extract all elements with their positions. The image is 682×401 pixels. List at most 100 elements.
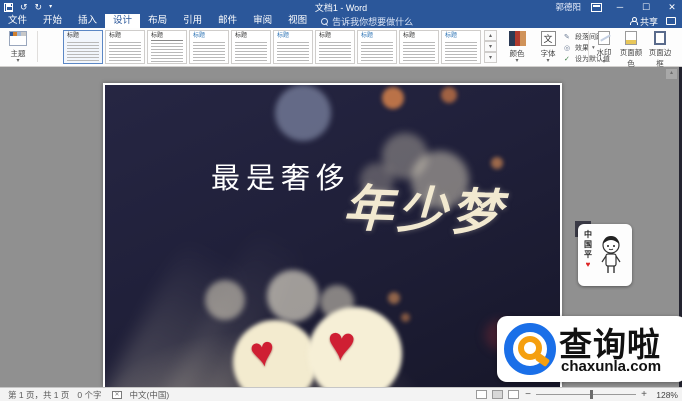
tab-mailings[interactable]: 邮件 xyxy=(210,14,245,28)
style-set-item[interactable]: 标题 xyxy=(399,30,439,64)
zoom-slider-thumb[interactable] xyxy=(590,390,593,399)
style-set-heading: 标题 xyxy=(67,33,80,39)
title-bar: ↺ ↻ ▾ 文档1 - Word 郭德阳 ─ ☐ ✕ xyxy=(0,0,682,14)
gallery-more-icon[interactable]: ▾ xyxy=(484,52,497,63)
style-set-current[interactable]: 标题 xyxy=(63,30,103,64)
group-separator xyxy=(588,31,589,62)
print-layout-button[interactable] xyxy=(492,390,503,399)
search-icon xyxy=(321,17,329,25)
tab-layout[interactable]: 布局 xyxy=(140,14,175,28)
zoom-slider[interactable] xyxy=(536,390,636,399)
style-set-item[interactable]: 标题 xyxy=(231,30,271,64)
document-page[interactable]: ♥ ♥ 最是奢侈 年少梦 xyxy=(103,83,562,387)
style-set-heading: 标题 xyxy=(445,33,458,39)
proofing-status-icon[interactable] xyxy=(111,390,122,399)
style-set-item[interactable]: 标题 xyxy=(441,30,481,64)
zoom-level[interactable]: 128% xyxy=(652,390,678,400)
sticker-cartoon-figure xyxy=(594,230,628,280)
comments-icon[interactable] xyxy=(666,17,676,25)
chevron-down-icon: ▾ xyxy=(602,59,606,65)
tab-design[interactable]: 设计 xyxy=(105,14,141,28)
photo-caption-line1: 最是奢侈 xyxy=(211,163,352,195)
scrollbar-up-icon[interactable]: ▴ xyxy=(666,69,677,79)
style-set-heading: 标题 xyxy=(277,33,290,39)
sticker-card: 中国平 ♥ xyxy=(575,221,632,286)
ribbon-design: 主题 ▾ 标题 标题 标题 标题 标题 标题 标题 标题 标题 标题 ▴ ▾ ▾… xyxy=(0,28,682,95)
maximize-button[interactable]: ☐ xyxy=(638,0,654,14)
style-set-sample-lines xyxy=(67,42,99,62)
style-set-item[interactable]: 标题 xyxy=(315,30,355,64)
share-person-icon xyxy=(629,17,638,25)
pencil-icon: ✎ xyxy=(564,34,570,41)
style-set-sample-lines xyxy=(235,42,267,62)
document-canvas[interactable]: ▴ ♥ ♥ 最是奢侈 年少梦 中国平 ♥ 查询啦 chaxunla.com xyxy=(0,67,682,387)
watermark-button[interactable]: 水印 ▾ xyxy=(592,30,616,65)
gallery-scroll-up-icon[interactable]: ▴ xyxy=(484,30,497,41)
word-count[interactable]: 0 个字 xyxy=(77,389,101,401)
style-set-item[interactable]: 标题 xyxy=(189,30,229,64)
page-indicator[interactable]: 第 1 页，共 1 页 xyxy=(8,389,69,401)
themes-button[interactable]: 主题 ▾ xyxy=(3,30,33,64)
style-set-item[interactable]: 标题 xyxy=(105,30,145,64)
watermark-label: 水印 xyxy=(596,48,612,57)
group-separator xyxy=(37,31,38,62)
sticker-heart-icon: ♥ xyxy=(585,260,591,269)
gallery-scroll-down-icon[interactable]: ▾ xyxy=(484,41,497,52)
page-borders-button[interactable]: 页面边框 xyxy=(646,30,674,69)
photo-caption-line2: 年少梦 xyxy=(341,180,506,242)
tab-home[interactable]: 开始 xyxy=(35,14,70,28)
tab-file[interactable]: 文件 xyxy=(0,14,35,28)
gallery-scroll: ▴ ▾ ▾ xyxy=(484,30,497,63)
chevron-down-icon: ▾ xyxy=(546,58,550,64)
close-button[interactable]: ✕ xyxy=(664,0,680,14)
style-set-item[interactable]: 标题 xyxy=(273,30,313,64)
check-icon: ✓ xyxy=(564,56,570,63)
language-indicator[interactable]: 中文(中国) xyxy=(130,389,170,401)
tab-view[interactable]: 视图 xyxy=(280,14,315,28)
themes-icon xyxy=(9,31,27,46)
share-label: 共享 xyxy=(639,16,658,27)
effects-icon: ◎ xyxy=(564,45,571,52)
signed-in-user[interactable]: 郭德阳 xyxy=(555,1,581,13)
style-set-heading: 标题 xyxy=(361,33,374,39)
page-color-icon xyxy=(625,31,637,45)
style-set-gallery: 标题 标题 标题 标题 标题 标题 标题 标题 标题 标题 xyxy=(63,30,481,64)
page-borders-icon xyxy=(654,31,666,45)
ribbon-display-options-icon[interactable] xyxy=(591,2,602,12)
style-set-sample-lines xyxy=(445,42,477,62)
fonts-button[interactable]: 文 字体 ▾ xyxy=(534,30,562,64)
style-set-sample-lines xyxy=(109,42,141,62)
chaxunla-logo-icon xyxy=(504,323,556,375)
bokeh-light xyxy=(401,313,410,322)
share-button[interactable]: 共享 xyxy=(629,15,658,28)
fonts-icon: 文 xyxy=(540,31,556,46)
tab-insert[interactable]: 插入 xyxy=(70,14,105,28)
ribbon-tabs: 文件 开始 插入 设计 布局 引用 邮件 审阅 视图 告诉我你想要做什么 共享 xyxy=(0,14,682,28)
web-layout-button[interactable] xyxy=(508,390,519,399)
bokeh-light xyxy=(275,85,331,141)
word-window: ↺ ↻ ▾ 文档1 - Word 郭德阳 ─ ☐ ✕ 文件 开始 插入 设计 布… xyxy=(0,0,682,401)
style-set-sample-lines xyxy=(151,43,183,63)
tell-me-placeholder: 告诉我你想要做什么 xyxy=(332,16,414,27)
site-watermark-domain: chaxunla.com xyxy=(561,358,662,375)
colors-icon xyxy=(508,31,526,46)
bokeh-light xyxy=(441,87,457,103)
zoom-control: − + 128% xyxy=(524,389,678,400)
tab-review[interactable]: 审阅 xyxy=(245,14,280,28)
page-color-label: 页面颜色 xyxy=(619,48,643,68)
colors-button[interactable]: 颜色 ▾ xyxy=(502,30,532,64)
zoom-out-button[interactable]: − xyxy=(524,389,532,400)
zoom-in-button[interactable]: + xyxy=(640,389,648,400)
style-set-item[interactable]: 标题 xyxy=(147,30,187,64)
read-mode-button[interactable] xyxy=(476,390,487,399)
style-set-heading: 标题 xyxy=(403,33,416,39)
minimize-button[interactable]: ─ xyxy=(612,0,628,14)
sticker-vertical-text: 中国平 xyxy=(584,230,592,259)
tell-me-search[interactable]: 告诉我你想要做什么 xyxy=(321,14,413,28)
status-bar: 第 1 页，共 1 页 0 个字 中文(中国) − + 128% xyxy=(0,387,682,401)
style-set-heading: 标题 xyxy=(193,33,206,39)
tab-references[interactable]: 引用 xyxy=(175,14,210,28)
style-set-item[interactable]: 标题 xyxy=(357,30,397,64)
inserted-photo[interactable]: ♥ ♥ 最是奢侈 年少梦 xyxy=(105,85,560,387)
style-set-heading: 标题 xyxy=(151,33,183,41)
